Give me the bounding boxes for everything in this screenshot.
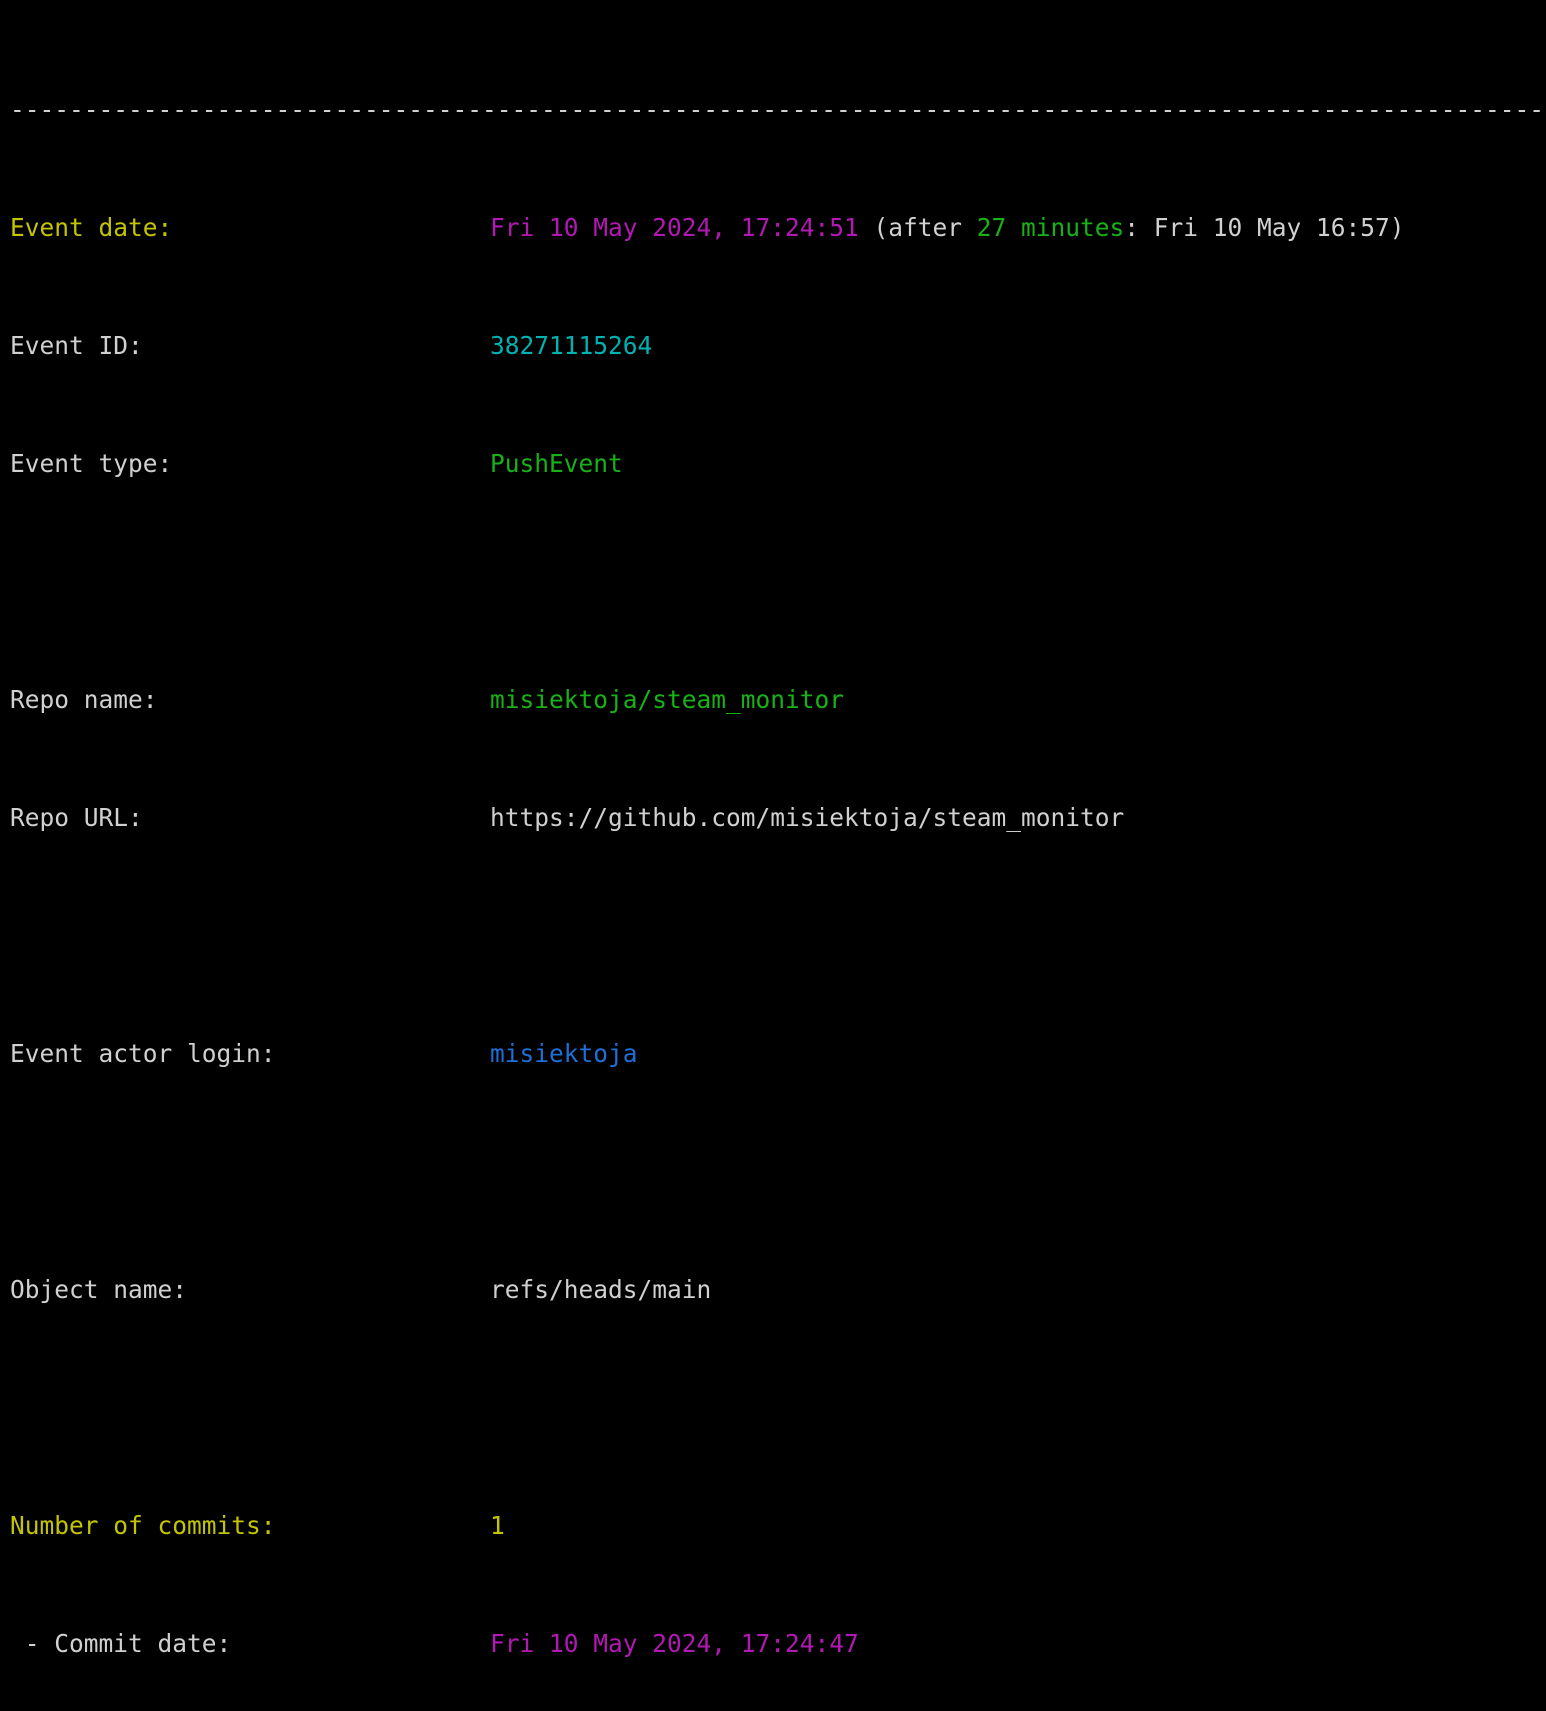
object-name-value: refs/heads/main (490, 1275, 712, 1305)
commit-date-value: Fri 10 May 2024, 17:24:47 (490, 1629, 859, 1659)
repo-name-label: Repo name: (10, 684, 158, 714)
terminal-output: ----------------------------------------… (0, 0, 1546, 1711)
separator-line: ----------------------------------------… (10, 95, 1546, 125)
commit-date-line: - Commit date: Fri 10 May 2024, 17:24:47 (10, 1629, 1546, 1659)
event-date-line: Event date: Fri 10 May 2024, 17:24:51 (af… (10, 213, 1546, 243)
actor-login-value: misiektoja (490, 1039, 638, 1069)
repo-url-label: Repo URL: (10, 802, 143, 832)
event-id-line: Event ID: 38271115264 (10, 331, 1546, 361)
actor-login-line: Event actor login: misiektoja (10, 1039, 1546, 1069)
object-name-label: Object name: (10, 1275, 188, 1305)
object-name-line: Object name: refs/heads/main (10, 1275, 1546, 1305)
event-date-after-close: : Fri 10 May 16:57) (1124, 212, 1405, 242)
event-type-value: PushEvent (490, 448, 623, 478)
repo-name-value: misiektoja/steam_monitor (490, 684, 845, 714)
commits-count-line: Number of commits: 1 (10, 1511, 1546, 1541)
commits-count-value: 1 (490, 1511, 505, 1541)
repo-name-line: Repo name: misiektoja/steam_monitor (10, 685, 1546, 715)
commits-count-label: Number of commits: (10, 1511, 276, 1541)
event-id-value: 38271115264 (490, 330, 653, 360)
event-date-value: Fri 10 May 2024, 17:24:51 (490, 212, 859, 242)
event-id-label: Event ID: (10, 330, 143, 360)
event-type-line: Event type: PushEvent (10, 449, 1546, 479)
actor-login-label: Event actor login: (10, 1039, 276, 1069)
event-type-label: Event type: (10, 448, 173, 478)
event-date-after-open: (after (858, 212, 977, 242)
repo-url-line: Repo URL: https://github.com/misiektoja/s… (10, 803, 1546, 833)
event-date-after-amount: 27 minutes (976, 212, 1125, 242)
event-date-label: Event date: (10, 212, 173, 242)
commit-date-label: - Commit date: (10, 1629, 232, 1659)
separator-text: ----------------------------------------… (10, 94, 1546, 124)
repo-url-value: https://github.com/misiektoja/steam_moni… (490, 802, 1125, 832)
